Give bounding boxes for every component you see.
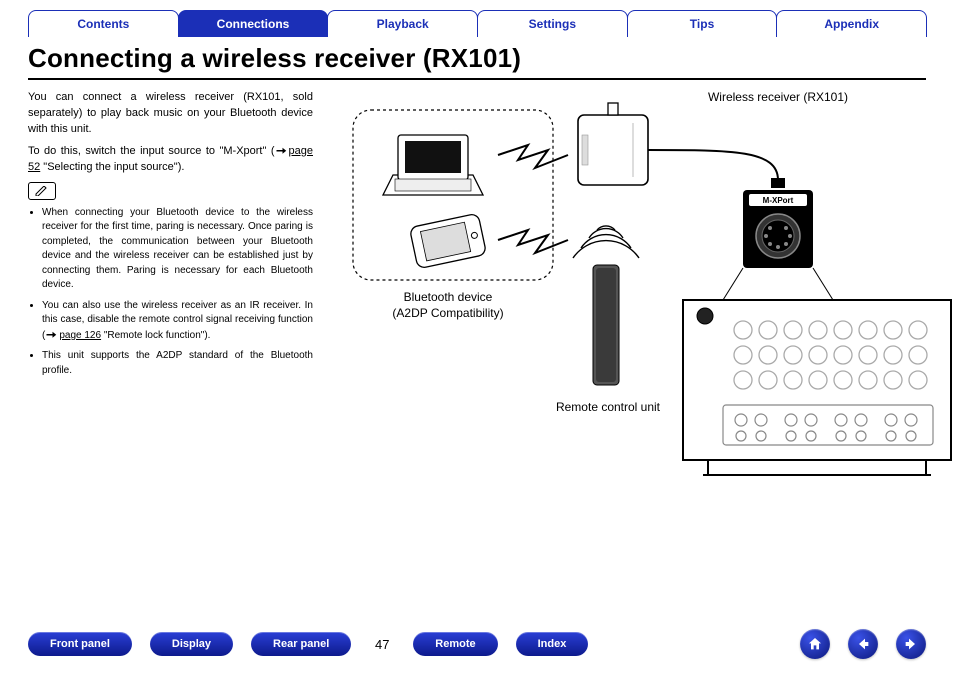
link-front-panel[interactable]: Front panel [28,632,132,656]
content-area: You can connect a wireless receiver (RX1… [0,90,954,590]
note-item-2: You can also use the wireless receiver a… [42,299,313,344]
intro-paragraph-2: To do this, switch the input source to "… [28,144,313,176]
note-item-1: When connecting your Bluetooth device to… [42,206,313,293]
note-item-3: This unit supports the A2DP standard of … [42,349,313,378]
link-rear-panel[interactable]: Rear panel [251,632,351,656]
page-title: Connecting a wireless receiver (RX101) [28,43,926,76]
link-page-126[interactable]: page 126 [59,330,101,341]
pencil-icon [28,182,56,200]
intro-p2-pre: To do this, switch the input source to "… [28,145,275,157]
title-rule [28,78,926,80]
link-index[interactable]: Index [516,632,589,656]
arrow-left-icon [855,636,871,652]
pointer-icon [275,144,287,156]
note2-post: "Remote lock function"). [101,330,210,341]
tab-tips[interactable]: Tips [627,10,778,37]
tab-appendix[interactable]: Appendix [776,10,927,37]
home-icon [807,636,823,652]
tab-playback[interactable]: Playback [327,10,478,37]
bottom-nav: Front panel Display Rear panel 47 Remote… [0,629,954,659]
arrow-right-icon [903,636,919,652]
tab-settings[interactable]: Settings [477,10,628,37]
link-display[interactable]: Display [150,632,233,656]
connection-diagram: M-XPort [313,90,953,560]
intro-paragraph-1: You can connect a wireless receiver (RX1… [28,90,313,138]
notes-list: When connecting your Bluetooth device to… [28,206,313,379]
top-tabs: Contents Connections Playback Settings T… [0,0,954,37]
intro-p2-post: "Selecting the input source"). [40,161,184,173]
home-button[interactable] [800,629,830,659]
link-remote[interactable]: Remote [413,632,497,656]
page-number: 47 [369,637,395,652]
prev-button[interactable] [848,629,878,659]
tab-contents[interactable]: Contents [28,10,179,37]
text-column: You can connect a wireless receiver (RX1… [28,90,313,590]
diagram-column: Wireless receiver (RX101) Bluetooth devi… [313,90,926,590]
label-mxport: M-XPort [763,196,794,205]
next-button[interactable] [896,629,926,659]
tab-connections[interactable]: Connections [178,10,329,37]
pointer-icon [45,328,57,340]
page: Contents Connections Playback Settings T… [0,0,954,673]
title-bar: Connecting a wireless receiver (RX101) [28,43,926,80]
